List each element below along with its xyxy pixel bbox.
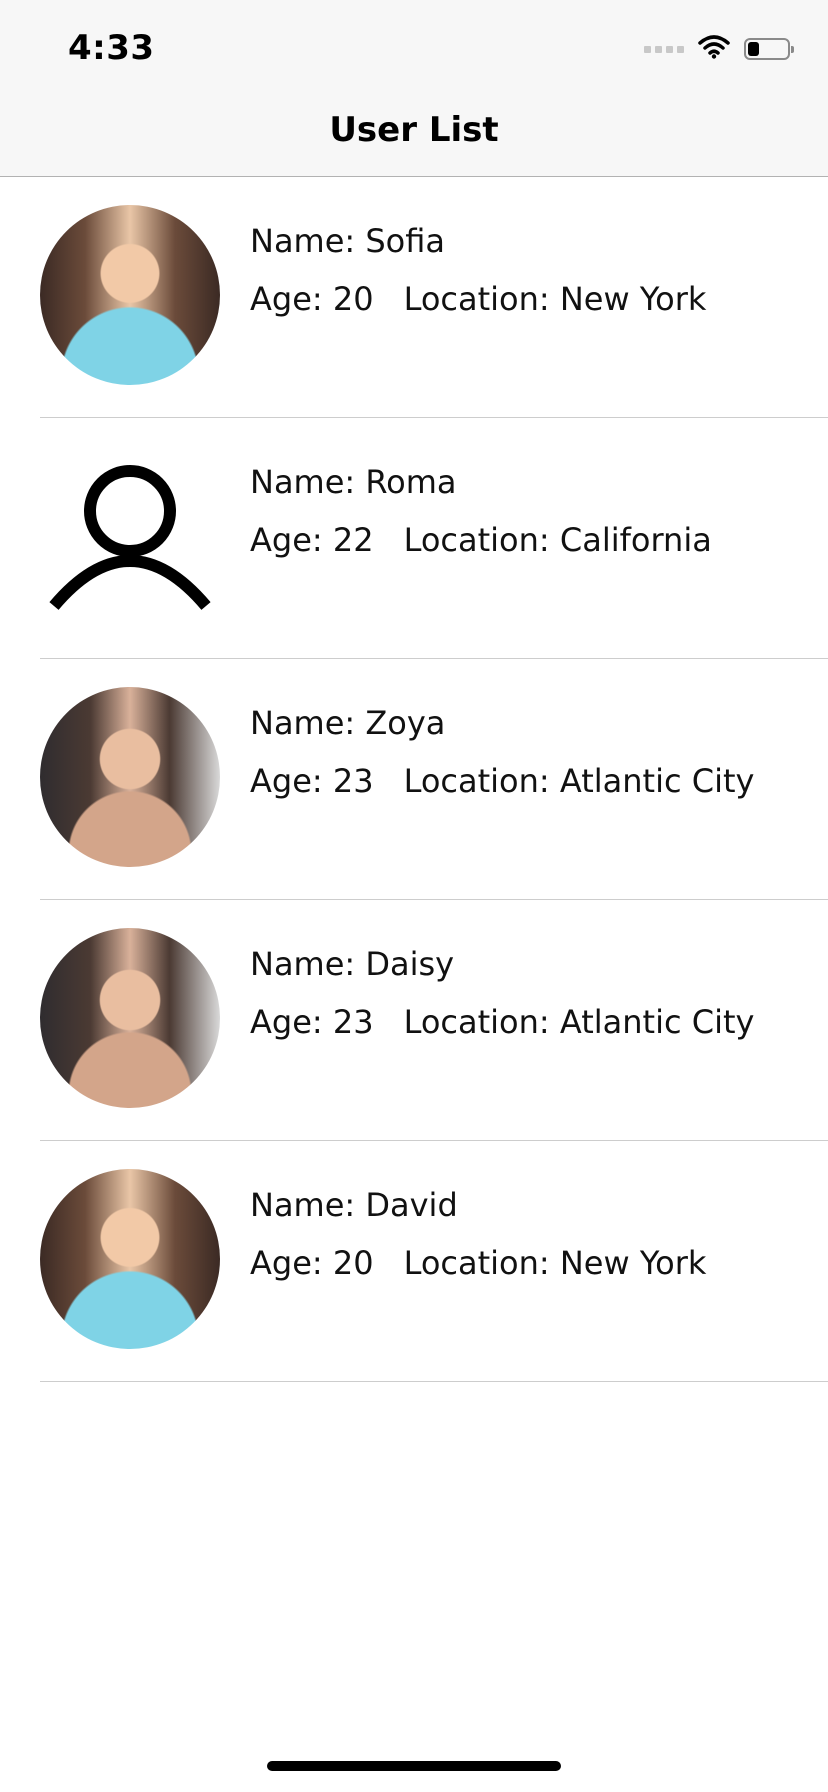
battery-icon: [744, 38, 794, 60]
user-name: Name: Sofia: [250, 222, 446, 260]
user-location: Location: Atlantic City: [403, 762, 755, 800]
user-name: Name: Zoya: [250, 704, 446, 742]
user-details: Age: 20 Location: New York: [250, 277, 706, 321]
user-info: Name: David Age: 20 Location: New York: [250, 1183, 706, 1285]
navigation-bar: 4:33 User List: [0, 0, 828, 177]
user-row[interactable]: Name: Zoya Age: 23 Location: Atlantic Cit…: [40, 659, 828, 900]
signal-dots-icon: [644, 45, 684, 53]
wifi-icon: [698, 35, 730, 63]
user-list: Name: Sofia Age: 20 Location: New York Na…: [0, 177, 828, 1382]
user-location: Location: Atlantic City: [403, 1003, 755, 1041]
user-age: Age: 23: [250, 762, 374, 800]
home-indicator[interactable]: [267, 1761, 561, 1771]
avatar: [40, 687, 220, 867]
user-age: Age: 23: [250, 1003, 374, 1041]
user-location: Location: California: [403, 521, 712, 559]
user-name: Name: Roma: [250, 463, 457, 501]
avatar: [40, 205, 220, 385]
user-row[interactable]: Name: Daisy Age: 23 Location: Atlantic Ci…: [40, 900, 828, 1141]
user-row[interactable]: Name: Roma Age: 22 Location: California: [40, 418, 828, 659]
user-row[interactable]: Name: David Age: 20 Location: New York: [40, 1141, 828, 1382]
user-age: Age: 20: [250, 1244, 374, 1282]
page-title: User List: [329, 110, 499, 150]
user-info: Name: Sofia Age: 20 Location: New York: [250, 219, 706, 321]
user-details: Age: 23 Location: Atlantic City: [250, 759, 754, 803]
user-info: Name: Zoya Age: 23 Location: Atlantic Cit…: [250, 701, 754, 803]
user-details: Age: 20 Location: New York: [250, 1241, 706, 1285]
user-age: Age: 20: [250, 280, 374, 318]
status-icons: [644, 34, 794, 64]
screen: 4:33 User List Name: Sofia Age: 20 Locat…: [0, 0, 828, 1792]
user-location: Location: New York: [403, 1244, 707, 1282]
user-name: Name: Daisy: [250, 945, 455, 983]
user-name: Name: David: [250, 1186, 458, 1224]
avatar: [40, 928, 220, 1108]
user-details: Age: 22 Location: California: [250, 518, 712, 562]
status-time: 4:33: [68, 28, 155, 68]
user-location: Location: New York: [403, 280, 707, 318]
user-row[interactable]: Name: Sofia Age: 20 Location: New York: [40, 177, 828, 418]
user-details: Age: 23 Location: Atlantic City: [250, 1000, 754, 1044]
user-info: Name: Roma Age: 22 Location: California: [250, 460, 712, 562]
user-info: Name: Daisy Age: 23 Location: Atlantic Ci…: [250, 942, 754, 1044]
user-age: Age: 22: [250, 521, 374, 559]
avatar: [40, 1169, 220, 1349]
person-placeholder-icon: [40, 446, 220, 626]
battery-level: [748, 42, 760, 56]
